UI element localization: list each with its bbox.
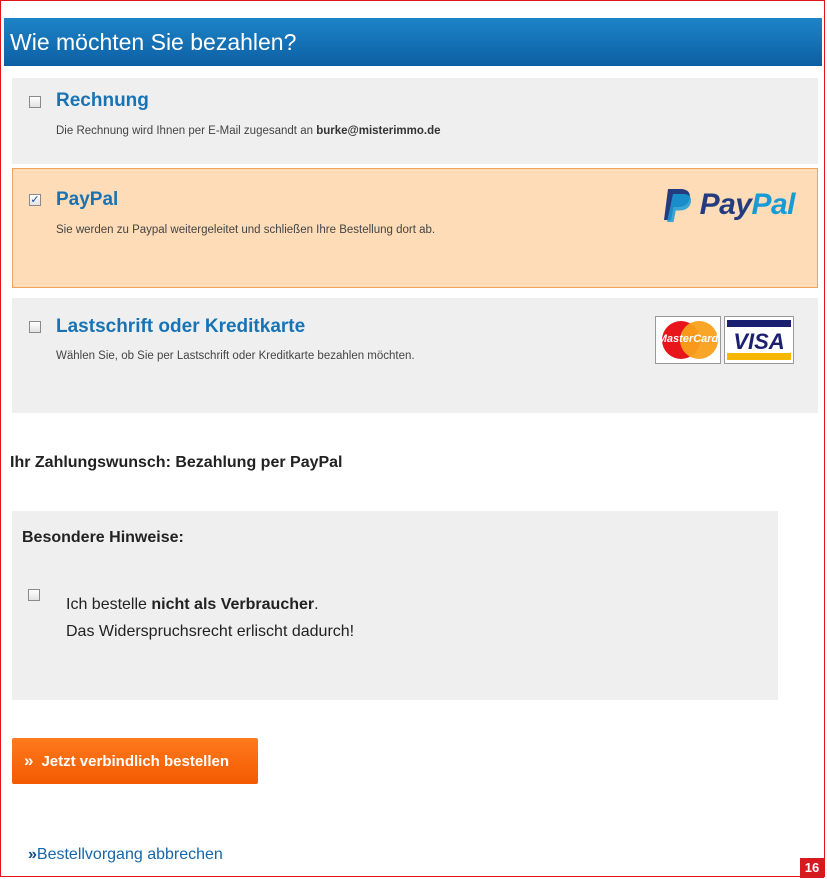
option-title[interactable]: Rechnung <box>56 90 149 112</box>
paypal-wordmark: PayPal <box>699 188 796 221</box>
double-chevron-icon: » <box>24 751 34 770</box>
card-logos: MasterCard VISA <box>655 316 794 364</box>
option-title[interactable]: PayPal <box>56 189 118 211</box>
payment-option-rechnung[interactable]: Rechnung Die Rechnung wird Ihnen per E-M… <box>12 78 818 164</box>
payment-wish-summary: Ihr Zahlungswunsch: Bezahlung per PayPal <box>10 454 343 471</box>
order-button[interactable]: » Jetzt verbindlich bestellen <box>12 738 258 784</box>
payment-option-lastschrift[interactable]: Lastschrift oder Kreditkarte Wählen Sie,… <box>12 298 818 413</box>
option-description: Wählen Sie, ob Sie per Lastschrift oder … <box>56 350 415 362</box>
page-number-badge: 16 <box>800 858 824 878</box>
not-consumer-checkbox[interactable] <box>28 589 40 601</box>
email-address: burke@misterimmo.de <box>316 125 441 137</box>
option-description: Die Rechnung wird Ihnen per E-Mail zuges… <box>56 125 441 137</box>
option-title[interactable]: Lastschrift oder Kreditkarte <box>56 316 305 338</box>
rechnung-checkbox[interactable] <box>29 96 41 108</box>
section-header: Wie möchten Sie bezahlen? <box>4 18 822 66</box>
paypal-p-icon <box>663 189 691 222</box>
notes-title: Besondere Hinweise: <box>22 529 184 546</box>
payment-option-paypal[interactable]: ✓ PayPal Sie werden zu Paypal weitergele… <box>12 168 818 288</box>
paypal-checkbox[interactable]: ✓ <box>29 194 41 206</box>
double-chevron-icon: » <box>28 846 37 863</box>
cancel-order-link[interactable]: »Bestellvorgang abbrechen <box>28 846 223 864</box>
paypal-logo: PayPal <box>662 185 795 225</box>
mastercard-logo: MasterCard <box>655 316 721 364</box>
not-consumer-label[interactable]: Ich bestelle nicht als Verbraucher. Das … <box>66 591 354 645</box>
special-notes-box: Besondere Hinweise: Ich bestelle nicht a… <box>12 511 778 700</box>
visa-logo: VISA <box>724 316 794 364</box>
lastschrift-checkbox[interactable] <box>29 321 41 333</box>
option-description: Sie werden zu Paypal weitergeleitet und … <box>56 224 436 236</box>
